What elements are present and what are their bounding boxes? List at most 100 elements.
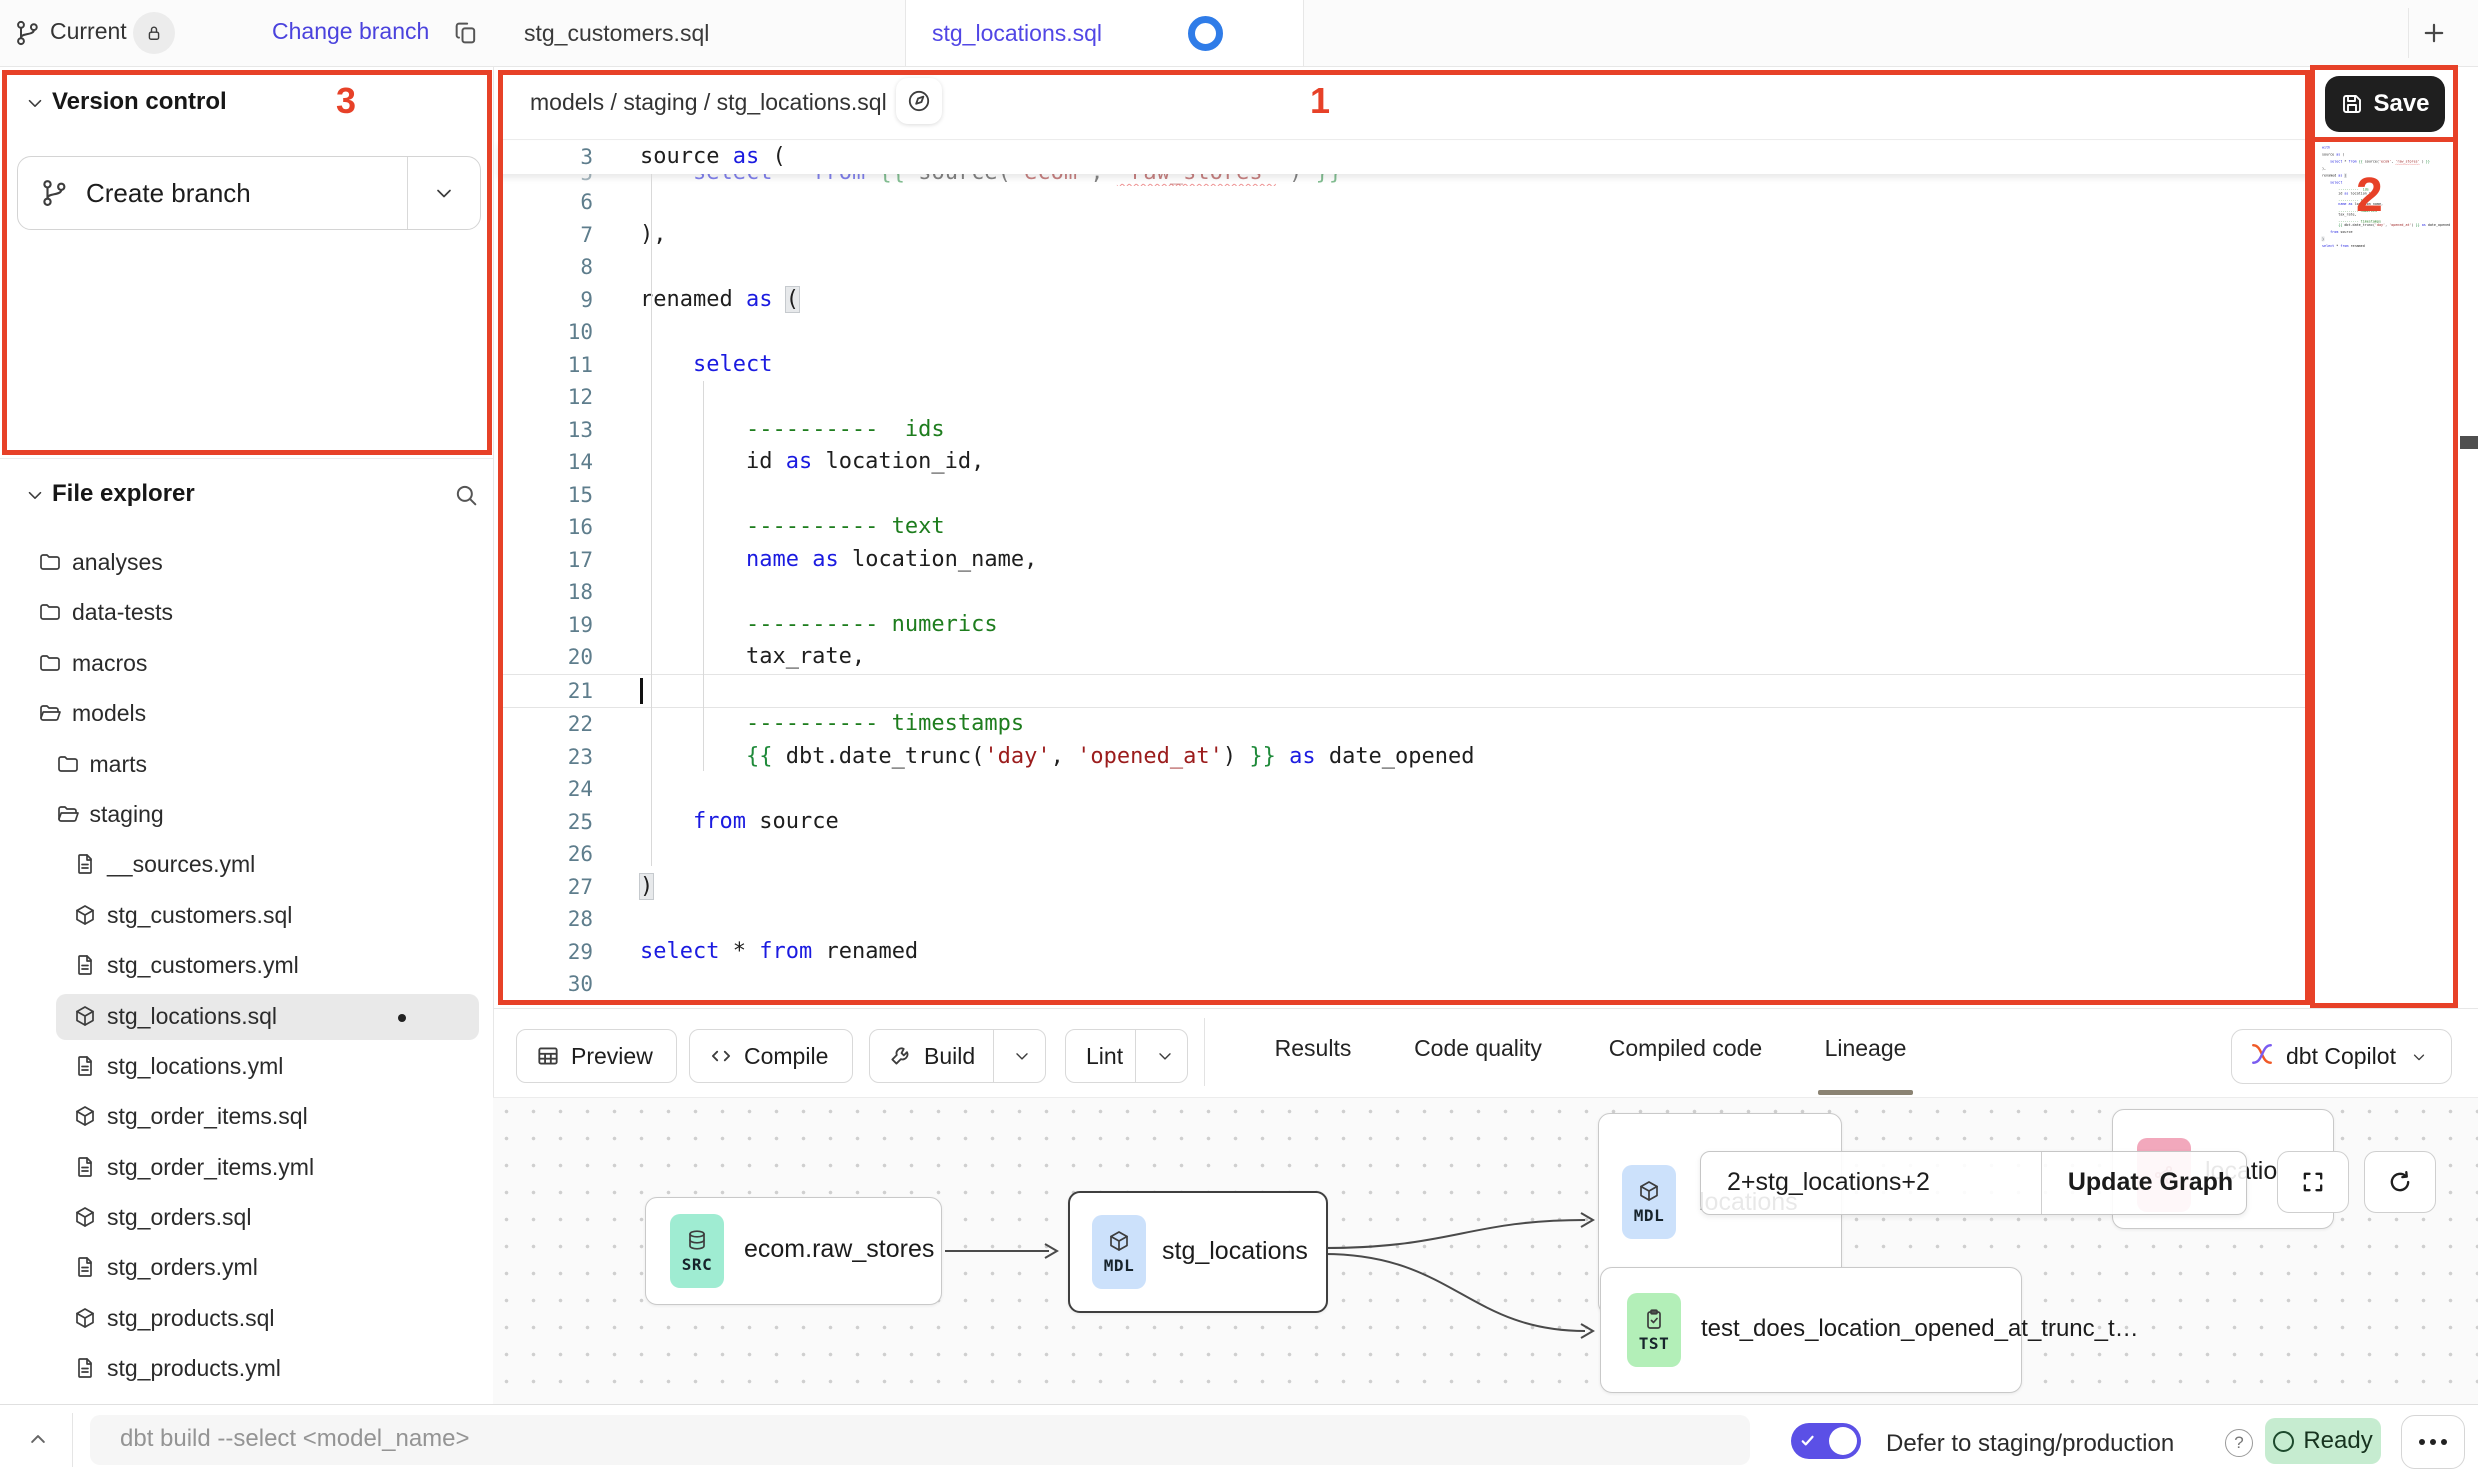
lineage-filter-bar[interactable]: 2+stg_locations+2 Update Graph (1700, 1151, 2247, 1215)
model-icon (73, 1205, 97, 1229)
tab-code-quality[interactable]: Code quality (1398, 1035, 1558, 1062)
refresh-button[interactable] (2364, 1151, 2436, 1213)
code-line: 6 (498, 186, 2310, 219)
file-item[interactable]: __sources.yml (0, 840, 493, 890)
status-badge[interactable]: Ready (2265, 1418, 2381, 1464)
annotation-box-3 (2, 70, 492, 455)
file-icon (73, 852, 97, 876)
save-label: Save (2373, 90, 2429, 118)
tab-stg-customers[interactable]: stg_customers.sql (493, 0, 905, 66)
new-tab-button[interactable] (2420, 19, 2448, 47)
file-item[interactable]: macros (0, 639, 493, 689)
file-item[interactable]: stg_order_items.sql (0, 1092, 493, 1142)
search-icon[interactable] (452, 481, 480, 509)
help-icon[interactable]: ? (2225, 1429, 2253, 1457)
code-line: 11 select (498, 349, 2310, 382)
chevron-up-icon[interactable] (24, 1425, 52, 1453)
chevron-down-icon (2410, 1048, 2428, 1066)
lineage-filter-input[interactable]: 2+stg_locations+2 (1727, 1168, 1930, 1197)
git-branch-icon (40, 178, 70, 208)
dbt-copilot-icon (2248, 1040, 2276, 1073)
file-item[interactable]: marts (0, 740, 493, 790)
tab-stg-locations[interactable]: stg_locations.sql (905, 0, 1304, 66)
top-bar: Current Change branch stg_customers.sql … (0, 0, 2478, 67)
chevron-down-icon[interactable] (1155, 1046, 1175, 1066)
code-line: 25 from source (498, 806, 2310, 839)
chevron-down-icon[interactable] (24, 484, 46, 506)
file-explorer-title: File explorer (52, 480, 195, 508)
minimap[interactable]: with source as ( select * from {{ source… (2322, 146, 2450, 251)
status-ring-icon (2273, 1431, 2294, 1452)
chevron-down-icon[interactable] (24, 92, 46, 114)
model-icon (73, 1306, 97, 1330)
sidebar-section-divider (0, 458, 493, 459)
tab-results[interactable]: Results (1268, 1035, 1358, 1062)
folder-icon (38, 651, 62, 675)
dbt-copilot-button[interactable]: dbt Copilot (2231, 1029, 2452, 1084)
lineage-node-stg-locations[interactable]: MDL stg_locations (1068, 1191, 1328, 1313)
folder-icon (38, 550, 62, 574)
copy-icon[interactable] (452, 19, 480, 47)
change-branch-link[interactable]: Change branch (272, 18, 429, 45)
file-icon (73, 1255, 97, 1279)
tab-lineage[interactable]: Lineage (1818, 1035, 1913, 1062)
file-item[interactable]: staging (0, 790, 493, 840)
code-line: 13 ---------- ids (498, 414, 2310, 447)
code-line: 21 (498, 674, 2310, 709)
file-item[interactable]: stg_customers.yml (0, 941, 493, 991)
lineage-node-test[interactable]: TST test_does_location_opened_at_trunc_t… (1600, 1267, 2022, 1393)
create-branch-button[interactable]: Create branch (17, 156, 481, 230)
defer-toggle[interactable] (1791, 1423, 1861, 1459)
file-item[interactable]: stg_customers.sql (0, 891, 493, 941)
compile-button[interactable]: Compile (689, 1029, 853, 1083)
chevron-down-icon[interactable] (1012, 1046, 1032, 1066)
file-explorer-list[interactable]: analysesdata-testsmacrosmodelsmartsstagi… (0, 538, 493, 1395)
file-item[interactable]: stg_orders.yml (0, 1243, 493, 1293)
indent-guide (703, 381, 704, 771)
file-item[interactable]: stg_order_items.yml (0, 1143, 493, 1193)
code-editor[interactable]: 67),89renamed as (1011 select1213 ------… (498, 186, 2310, 1000)
copilot-compass-button[interactable] (896, 78, 942, 124)
code-line: 27) (498, 871, 2310, 904)
code-line: 16 ---------- text (498, 511, 2310, 544)
model-badge: MDL (1622, 1165, 1676, 1239)
chevron-down-icon[interactable] (432, 181, 456, 205)
file-item[interactable]: stg_products.yml (0, 1344, 493, 1394)
code-line: 8 (498, 251, 2310, 284)
code-line: 10 (498, 316, 2310, 349)
file-item[interactable]: models (0, 689, 493, 739)
model-badge: MDL (1092, 1215, 1146, 1289)
file-icon (73, 1155, 97, 1179)
defer-label: Defer to staging/production (1886, 1430, 2174, 1458)
build-button[interactable]: Build (869, 1029, 1046, 1083)
table-icon (535, 1043, 561, 1069)
file-item[interactable]: analyses (0, 538, 493, 588)
sticky-code-line: 3source as ( (498, 141, 2310, 174)
lineage-canvas[interactable]: SRC ecom.raw_stores MDL stg_locations MD… (493, 1097, 2478, 1405)
save-button[interactable]: Save (2325, 76, 2445, 132)
code-line: 3source as ( (498, 141, 2310, 174)
file-item[interactable]: stg_orders.sql (0, 1193, 493, 1243)
toolbar-divider (1204, 1018, 1205, 1086)
scrollbar-handle[interactable] (2460, 436, 2478, 449)
fullscreen-button[interactable] (2277, 1151, 2349, 1213)
code-line: 20 tax_rate, (498, 641, 2310, 674)
update-graph-button[interactable]: Update Graph (2058, 1168, 2243, 1197)
annotation-label-1: 1 (1310, 80, 1330, 122)
file-item[interactable]: stg_locations.yml (0, 1042, 493, 1092)
tabbar-divider (2408, 8, 2409, 58)
lint-button[interactable]: Lint (1065, 1029, 1188, 1083)
more-options-button[interactable] (2401, 1415, 2465, 1469)
file-item[interactable]: stg_products.sql (0, 1294, 493, 1344)
tab-compiled-code[interactable]: Compiled code (1598, 1035, 1773, 1062)
text-cursor (640, 678, 643, 704)
command-placeholder: dbt build --select <model_name> (120, 1425, 470, 1453)
editor-header: models / staging / stg_locations.sql (498, 70, 2310, 136)
code-line: 26 (498, 838, 2310, 871)
file-item[interactable]: data-tests (0, 588, 493, 638)
file-item[interactable]: stg_locations.sql (0, 992, 493, 1042)
code-line: 23 {{ dbt.date_trunc('day', 'opened_at')… (498, 741, 2310, 774)
lineage-node-source[interactable]: SRC ecom.raw_stores (645, 1197, 942, 1305)
preview-button[interactable]: Preview (516, 1029, 677, 1083)
code-line: 18 (498, 576, 2310, 609)
